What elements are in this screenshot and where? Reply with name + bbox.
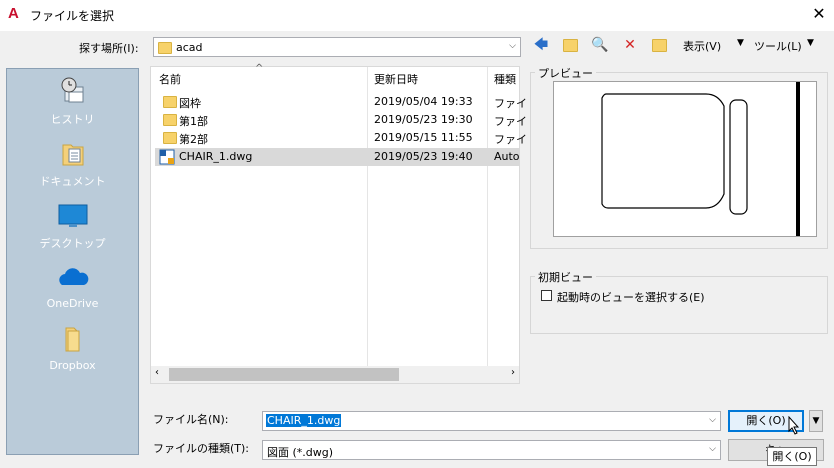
filename-input[interactable]: CHAIR_1.dwg ⌵ [262,411,721,431]
file-name: CHAIR_1.dwg [179,150,253,163]
places-label-desktop: デスクトップ [39,237,106,250]
places-label-documents: ドキュメント [39,175,106,188]
places-item-documents[interactable]: ドキュメント [7,137,138,189]
file-row[interactable]: 図枠 2019/05/04 19:33 ファイ [155,93,527,111]
sort-ascending-icon: ^ [255,63,264,74]
file-type: ファイ [494,97,527,110]
horizontal-scrollbar[interactable]: ‹ › [151,366,519,383]
up-folder-icon[interactable] [561,36,579,54]
preview-label: プレビュー [535,65,596,81]
chevron-down-icon[interactable]: ⌵ [709,415,716,425]
folder-icon [65,327,79,352]
file-type: ファイ [494,115,527,128]
scrollbar-thumb[interactable] [169,368,399,381]
chevron-down-icon: ⌵ [709,444,716,454]
scroll-left-icon[interactable]: ‹ [155,367,159,378]
places-item-desktop[interactable]: デスクトップ [7,199,138,251]
file-date: 2019/05/23 19:30 [374,113,473,126]
file-list[interactable]: ^ 名前 更新日時 種類 図枠 2019/05/04 19:33 ファイ 第1部… [150,63,527,384]
places-label-onedrive: OneDrive [46,297,99,310]
filename-label: ファイル名(N): [153,413,229,426]
delete-icon[interactable]: ✕ [621,36,639,54]
search-web-icon[interactable]: 🔍 [591,36,609,54]
close-button[interactable]: ✕ [806,2,832,26]
desktop-icon [58,204,87,227]
folder-icon [163,114,177,126]
new-folder-icon[interactable] [650,36,668,54]
back-arrow-icon[interactable]: 🡄 [532,36,550,54]
dwg-file-icon [159,149,175,165]
filetype-label: ファイルの種類(T): [153,442,250,455]
look-in-combo[interactable]: acad ⌵ [153,37,521,57]
cloud-icon [58,268,88,285]
filetype-value: 図面 (*.dwg) [267,446,334,459]
file-row-selected[interactable]: CHAIR_1.dwg 2019/05/23 19:40 Auto [155,148,520,166]
views-menu[interactable]: 表示(V) [683,38,721,54]
chair-drawing-icon [601,82,800,236]
file-type: ファイ [494,133,527,146]
places-item-history[interactable]: ヒストリ [7,75,138,127]
column-header-date[interactable]: 更新日時 [374,71,418,87]
chevron-down-icon: ⌵ [509,41,516,51]
column-header-name[interactable]: 名前 [159,71,181,87]
tools-menu[interactable]: ツール(L) [754,38,802,54]
file-date: 2019/05/15 11:55 [374,131,473,144]
open-options-dropdown[interactable]: ▼ [809,410,823,432]
folder-icon [163,96,177,108]
autocad-logo-icon: A [8,5,19,22]
file-row[interactable]: 第1部 2019/05/23 19:30 ファイ [155,111,527,129]
select-view-checkbox[interactable] [541,290,552,301]
folder-icon [163,132,177,144]
mouse-cursor-icon [788,416,800,435]
file-name: 図枠 [179,97,201,110]
look-in-label: 探す場所(I): [79,42,139,55]
file-name: 第1部 [179,115,208,128]
file-name: 第2部 [179,133,208,146]
look-in-value: acad [176,41,203,54]
history-icon [61,77,83,103]
views-dropdown-icon[interactable]: ▼ [737,38,744,48]
column-header-type[interactable]: 種類 [494,71,516,87]
file-date: 2019/05/04 19:33 [374,95,473,108]
places-label-dropbox: Dropbox [49,359,96,372]
filetype-select[interactable]: 図面 (*.dwg) ⌵ [262,440,721,460]
file-type: Auto [494,150,520,163]
places-item-dropbox[interactable]: Dropbox [7,323,138,372]
open-button-tooltip: 開く(O) [767,447,817,466]
filename-value: CHAIR_1.dwg [266,414,342,427]
window-title: ファイルを選択 [30,9,115,23]
initial-view-label: 初期ビュー [535,269,596,285]
file-row[interactable]: 第2部 2019/05/15 11:55 ファイ [155,129,527,147]
places-label-history: ヒストリ [50,113,95,126]
file-date: 2019/05/23 19:40 [374,150,473,163]
scroll-right-icon[interactable]: › [511,367,515,378]
folder-icon [158,42,172,54]
places-item-onedrive[interactable]: OneDrive [7,261,138,310]
title-bar [0,0,834,31]
documents-icon [62,144,83,166]
tools-dropdown-icon[interactable]: ▼ [807,38,814,48]
preview-image [553,81,817,237]
places-bar: ヒストリ ドキュメント デスクトップ OneDrive Dropbox [6,68,139,455]
select-view-checkbox-label[interactable]: 起動時のビューを選択する(E) [557,289,705,305]
